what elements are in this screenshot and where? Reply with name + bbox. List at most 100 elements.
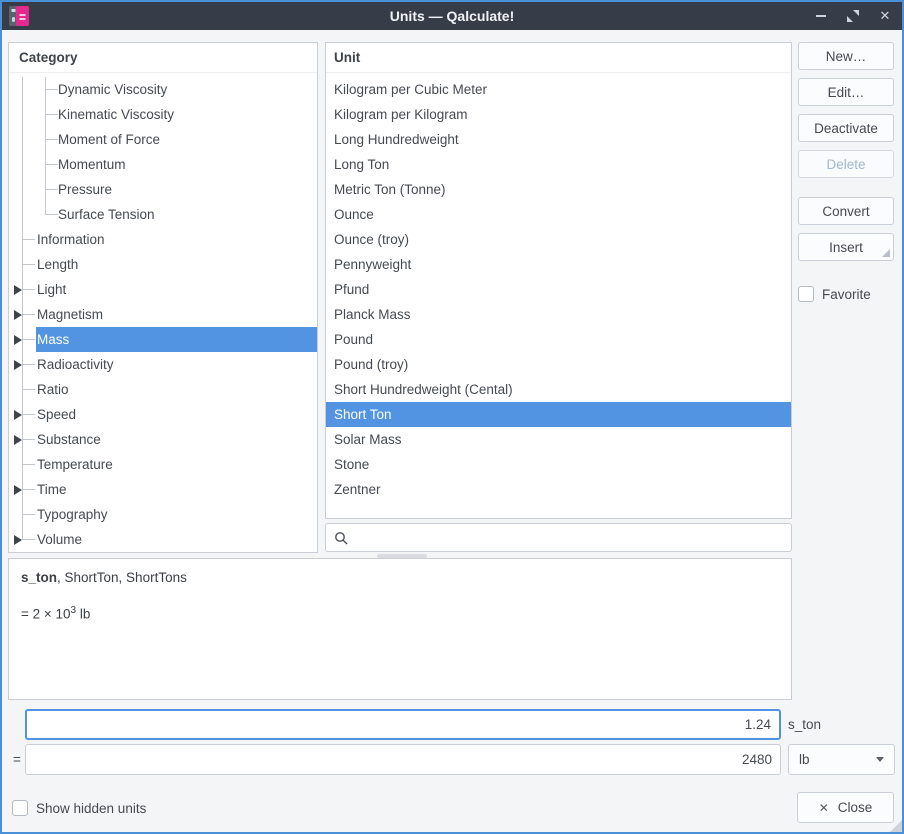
insert-menu-grip-icon [882, 249, 890, 257]
tree-branch-line [23, 539, 35, 540]
tree-branch-line [46, 189, 58, 190]
category-item-light[interactable]: Light [9, 277, 317, 302]
expander-arrow-icon[interactable] [14, 335, 22, 345]
category-item-temperature[interactable]: Temperature [9, 452, 317, 477]
category-item-label: Ratio [37, 382, 69, 397]
category-item-length[interactable]: Length [9, 252, 317, 277]
unit-item-pound[interactable]: Pound [326, 327, 791, 352]
unit-item-ounce-troy[interactable]: Ounce (troy) [326, 227, 791, 252]
equals-label: = [13, 744, 21, 775]
unit-item-ounce[interactable]: Ounce [326, 202, 791, 227]
search-input[interactable] [354, 524, 791, 551]
favorite-label: Favorite [822, 287, 871, 302]
tree-branch-line [23, 314, 35, 315]
close-button[interactable]: ✕ Close [797, 792, 894, 823]
unit-item-long-hundredweight[interactable]: Long Hundredweight [326, 127, 791, 152]
convert-from-input[interactable] [25, 709, 781, 740]
category-item-surface-tension[interactable]: Surface Tension [9, 202, 317, 227]
qalculate-app-icon [8, 5, 30, 32]
tree-branch-line [23, 239, 35, 240]
edit-button[interactable]: Edit… [798, 78, 894, 106]
unit-search-box[interactable] [325, 523, 792, 552]
tree-branch-line [46, 214, 58, 215]
category-item-label: Speed [37, 407, 76, 422]
unit-item-metric-ton-tonne[interactable]: Metric Ton (Tonne) [326, 177, 791, 202]
category-item-label: Light [37, 282, 66, 297]
tree-branch-line [46, 89, 58, 90]
tree-branch-line [23, 439, 35, 440]
category-item-pressure[interactable]: Pressure [9, 177, 317, 202]
expander-arrow-icon[interactable] [14, 485, 22, 495]
expander-arrow-icon[interactable] [14, 535, 22, 545]
category-column-header[interactable]: Category [9, 43, 317, 73]
category-item-magnetism[interactable]: Magnetism [9, 302, 317, 327]
unit-item-kilogram-per-cubic-meter[interactable]: Kilogram per Cubic Meter [326, 77, 791, 102]
unit-item-zentner[interactable]: Zentner [326, 477, 791, 502]
unit-item-long-ton[interactable]: Long Ton [326, 152, 791, 177]
category-item-speed[interactable]: Speed [9, 402, 317, 427]
expander-arrow-icon[interactable] [14, 285, 22, 295]
convert-button[interactable]: Convert [798, 197, 894, 225]
window-resize-grip[interactable] [890, 820, 902, 832]
category-item-momentum[interactable]: Momentum [9, 152, 317, 177]
show-hidden-units-row[interactable]: Show hidden units [12, 800, 146, 816]
unit-item-pound-troy[interactable]: Pound (troy) [326, 352, 791, 377]
category-item-label: Kinematic Viscosity [58, 107, 174, 122]
category-item-label: Pressure [58, 182, 112, 197]
category-item-time[interactable]: Time [9, 477, 317, 502]
category-tree: Dynamic Viscosity Kinematic Viscosity Mome… [9, 77, 317, 552]
insert-button[interactable]: Insert [798, 233, 894, 261]
category-item-ratio[interactable]: Ratio [9, 377, 317, 402]
insert-button-label: Insert [829, 240, 863, 255]
relation-prefix: = 2 × 10 [21, 607, 71, 622]
unit-item-solar-mass[interactable]: Solar Mass [326, 427, 791, 452]
category-item-label: Length [37, 257, 78, 272]
category-item-information[interactable]: Information [9, 227, 317, 252]
restore-button[interactable] [842, 5, 864, 27]
expander-arrow-icon[interactable] [14, 435, 22, 445]
category-item-mass[interactable]: Mass [9, 327, 317, 352]
category-item-label: Information [37, 232, 105, 247]
chevron-down-icon [876, 757, 884, 762]
unit-relation-line: = 2 × 103 lb [21, 601, 779, 625]
unit-column-header[interactable]: Unit [326, 43, 791, 73]
category-item-moment-of-force[interactable]: Moment of Force [9, 127, 317, 152]
expander-arrow-icon[interactable] [14, 410, 22, 420]
show-hidden-units-label: Show hidden units [36, 801, 146, 816]
category-item-kinematic-viscosity[interactable]: Kinematic Viscosity [9, 102, 317, 127]
category-item-label: Time [37, 482, 67, 497]
favorite-checkbox[interactable] [798, 286, 814, 302]
deactivate-button[interactable]: Deactivate [798, 114, 894, 142]
favorite-checkbox-row[interactable]: Favorite [798, 286, 871, 302]
expander-arrow-icon[interactable] [14, 360, 22, 370]
category-item-substance[interactable]: Substance [9, 427, 317, 452]
show-hidden-units-checkbox[interactable] [12, 800, 28, 816]
tree-branch-line [23, 339, 35, 340]
tree-branch-line [46, 164, 58, 165]
expander-arrow-icon[interactable] [14, 310, 22, 320]
unit-item-stone[interactable]: Stone [326, 452, 791, 477]
unit-description-panel: s_ton, ShortTon, ShortTons = 2 × 103 lb [8, 558, 792, 700]
close-button-label: Close [838, 800, 873, 815]
restore-icon [847, 10, 859, 22]
unit-item-short-hundredweight-cental[interactable]: Short Hundredweight (Cental) [326, 377, 791, 402]
category-item-radioactivity[interactable]: Radioactivity [9, 352, 317, 377]
units-dialog-window: Units — Qalculate! ✕ Category Dynamic Vi… [0, 0, 904, 834]
category-item-label: Momentum [58, 157, 126, 172]
tree-branch-line [23, 364, 35, 365]
convert-to-input[interactable] [25, 744, 781, 775]
unit-item-pfund[interactable]: Pfund [326, 277, 791, 302]
close-window-button[interactable]: ✕ [874, 5, 896, 27]
unit-panel: Unit Kilogram per Cubic MeterKilogram pe… [325, 42, 792, 519]
category-item-dynamic-viscosity[interactable]: Dynamic Viscosity [9, 77, 317, 102]
tree-branch-line [23, 414, 35, 415]
unit-item-short-ton[interactable]: Short Ton [326, 402, 791, 427]
category-item-typography[interactable]: Typography [9, 502, 317, 527]
category-item-volume[interactable]: Volume [9, 527, 317, 552]
unit-item-kilogram-per-kilogram[interactable]: Kilogram per Kilogram [326, 102, 791, 127]
unit-item-planck-mass[interactable]: Planck Mass [326, 302, 791, 327]
new-button[interactable]: New… [798, 42, 894, 70]
unit-item-pennyweight[interactable]: Pennyweight [326, 252, 791, 277]
minimize-button[interactable] [810, 5, 832, 27]
to-unit-dropdown[interactable]: lb [788, 744, 895, 775]
